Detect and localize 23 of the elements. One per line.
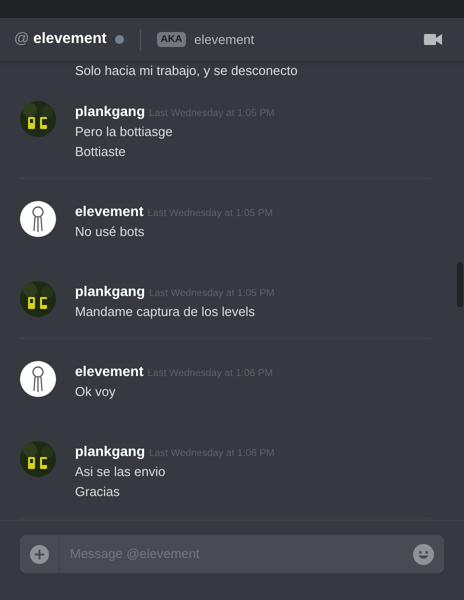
message-text: Gracias <box>75 483 121 501</box>
aka-badge: AKA <box>156 32 186 47</box>
emoji-icon[interactable] <box>413 544 434 564</box>
scrollbar-thumb[interactable] <box>457 262 463 307</box>
add-icon[interactable] <box>30 544 49 564</box>
author-name[interactable]: elevement <box>75 201 144 222</box>
message-text: Mandame captura de los levels <box>75 303 256 321</box>
at-sign: @ <box>14 29 30 50</box>
message-text: Pero la bottiasge <box>75 123 174 141</box>
aka-name: elevement <box>194 30 254 49</box>
channel-title: elevement <box>33 29 107 50</box>
message-text: Asi se las envio <box>75 463 166 481</box>
message-text: No usé bots <box>75 223 146 241</box>
message-text: Bottiaste <box>75 143 127 161</box>
video-camera-icon[interactable] <box>424 33 442 46</box>
avatar-icon <box>20 201 56 237</box>
message-text: Solo hacia mi trabajo, y se desconecto <box>74 63 299 79</box>
author-name[interactable]: plankgang <box>75 281 146 302</box>
message-text: Ok voy <box>75 383 116 401</box>
avatar-icon <box>20 361 56 397</box>
author-name[interactable]: elevement <box>75 361 144 382</box>
author-name[interactable]: plankgang <box>75 441 146 462</box>
author-name[interactable]: plankgang <box>75 101 146 122</box>
